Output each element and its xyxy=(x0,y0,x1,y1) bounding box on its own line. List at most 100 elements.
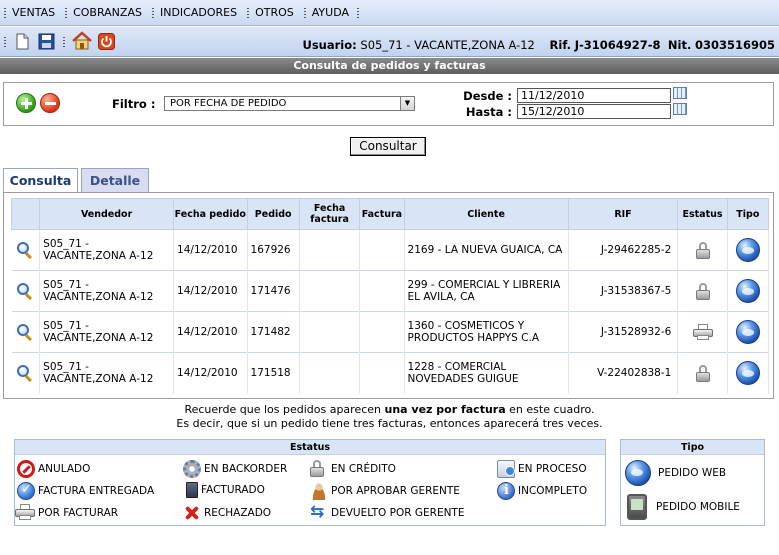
legend-tipo: Tipo PEDIDO WEB PEDIDO MOBILE xyxy=(618,436,767,529)
header-fecha-factura[interactable]: Fecha factura xyxy=(298,198,361,230)
cell-rif: V-22402838-1 xyxy=(568,352,679,394)
new-document-icon[interactable] xyxy=(14,33,31,50)
cell-fecha-factura xyxy=(299,311,361,353)
legend-item-facturado: FACTURADO xyxy=(183,482,265,498)
lock-icon xyxy=(695,364,710,382)
legend-label: PEDIDO WEB xyxy=(658,467,727,479)
cell-fecha-pedido: 14/12/2010 xyxy=(173,311,248,353)
calendar-icon[interactable] xyxy=(673,87,687,99)
printer-icon xyxy=(15,504,35,522)
legend-item-entregada: FACTURA ENTREGADA xyxy=(17,482,154,500)
legend-label: FACTURADO xyxy=(201,484,265,496)
header-tipo[interactable]: Tipo xyxy=(726,198,770,230)
cell-cliente: 1360 - COSMETICOS Y PRODUCTOS HAPPYS C.A xyxy=(404,311,569,353)
cell-estatus xyxy=(677,352,728,394)
header-pedido[interactable]: Pedido xyxy=(246,198,300,230)
menu-cobranzas[interactable]: COBRANZAS xyxy=(61,0,148,26)
usuario-label: Usuario: xyxy=(302,38,357,52)
legend-label: EN BACKORDER xyxy=(204,463,288,475)
legend-label: RECHAZADO xyxy=(204,507,272,519)
legend-item-mobile: PEDIDO MOBILE xyxy=(627,494,740,520)
lock-icon xyxy=(695,241,710,259)
header-fecha-pedido[interactable]: Fecha pedido xyxy=(173,198,248,230)
cell-fecha-factura xyxy=(299,229,361,271)
filter-label: Filtro : xyxy=(112,97,156,111)
usuario-value: S05_71 - VACANTE,ZONA A-12 xyxy=(360,38,535,52)
consultar-button[interactable]: Consultar xyxy=(350,137,426,156)
filter-select[interactable]: POR FECHA DE PEDIDO ▼ xyxy=(164,96,415,111)
filter-selected-value: POR FECHA DE PEDIDO xyxy=(170,98,287,109)
menu-indicadores[interactable]: INDICADORES xyxy=(148,0,243,26)
calendar-icon[interactable] xyxy=(673,103,687,115)
cell-factura xyxy=(359,311,405,353)
globe-icon xyxy=(735,238,760,262)
toolbar: Usuario: S05_71 - VACANTE,ZONA A-12 Rif.… xyxy=(0,27,779,57)
hasta-input[interactable]: 15/12/2010 xyxy=(517,104,671,119)
notice-text: Recuerde que los pedidos aparecen xyxy=(184,403,385,416)
toolbar-separator xyxy=(63,37,65,48)
cell-fecha-factura xyxy=(299,352,361,394)
menu-label: COBRANZAS xyxy=(73,6,142,19)
header-cliente[interactable]: Cliente xyxy=(403,198,569,230)
menu-label: OTROS xyxy=(255,6,294,19)
header-vendedor[interactable]: Vendedor xyxy=(39,198,175,230)
hasta-label: Hasta : xyxy=(465,105,512,119)
magnifier-icon[interactable] xyxy=(16,323,34,342)
globe-icon xyxy=(625,460,651,486)
nit-label: Nit. xyxy=(667,38,692,52)
view-cell[interactable] xyxy=(11,270,41,312)
save-icon[interactable] xyxy=(38,33,55,50)
nit-value: 0303516905 xyxy=(694,38,775,52)
cell-fecha-pedido: 14/12/2010 xyxy=(173,352,248,394)
menu-label: AYUDA xyxy=(311,6,349,19)
magnifier-icon[interactable] xyxy=(16,241,34,260)
table-row: S05_71 - VACANTE,ZONA A-12 14/12/2010 17… xyxy=(11,352,770,394)
legend-item-incompleto: INCOMPLETO xyxy=(497,482,587,500)
desde-input[interactable]: 11/12/2010 xyxy=(517,88,671,103)
desde-label: Desde : xyxy=(463,89,512,103)
table-header-row: Vendedor Fecha pedido Pedido Fecha factu… xyxy=(10,198,770,230)
cell-fecha-pedido: 14/12/2010 xyxy=(173,229,248,271)
table-row: S05_71 - VACANTE,ZONA A-12 14/12/2010 17… xyxy=(11,311,770,353)
anulado-icon xyxy=(17,460,35,478)
table-row: S05_71 - VACANTE,ZONA A-12 14/12/2010 17… xyxy=(11,270,770,312)
globe-icon xyxy=(735,320,760,344)
filter-panel: Filtro : POR FECHA DE PEDIDO ▼ Desde : 1… xyxy=(3,82,774,126)
chevron-down-icon[interactable]: ▼ xyxy=(400,97,414,110)
magnifier-icon[interactable] xyxy=(16,364,34,383)
legend-label: FACTURA ENTREGADA xyxy=(38,485,155,497)
legend-label: ANULADO xyxy=(38,463,91,475)
lock-icon xyxy=(695,282,710,300)
header-estatus[interactable]: Estatus xyxy=(677,198,728,230)
menu-ayuda[interactable]: AYUDA xyxy=(300,0,371,26)
tab-detalle[interactable]: Detalle xyxy=(81,168,149,192)
cell-tipo xyxy=(727,352,770,394)
notice-line-1: Recuerde que los pedidos aparecen una ve… xyxy=(0,403,779,416)
view-cell[interactable] xyxy=(11,229,41,271)
menu-ventas[interactable]: VENTAS xyxy=(0,0,61,26)
cell-factura xyxy=(359,270,405,312)
cell-cliente: 2169 - LA NUEVA GUAICA, CA xyxy=(404,229,569,271)
table-row: S05_71 - VACANTE,ZONA A-12 14/12/2010 16… xyxy=(11,229,770,271)
add-button[interactable] xyxy=(16,93,36,113)
remove-button[interactable] xyxy=(40,93,60,113)
header-rif[interactable]: RIF xyxy=(567,198,679,230)
view-cell[interactable] xyxy=(11,311,41,353)
legend-item-devuelto: DEVUELTO POR GERENTE xyxy=(310,502,464,522)
cell-cliente: 299 - COMERCIAL Y LIBRERIA EL AVILA, CA xyxy=(404,270,569,312)
legend-item-proceso: EN PROCESO xyxy=(497,460,587,478)
notice-text: en este cuadro. xyxy=(505,403,595,416)
header-factura[interactable]: Factura xyxy=(359,198,405,230)
magnifier-icon[interactable] xyxy=(16,282,34,301)
legend-label: POR APROBAR GERENTE xyxy=(331,485,460,497)
tab-consulta[interactable]: Consulta xyxy=(3,168,78,193)
view-cell[interactable] xyxy=(11,352,41,394)
legend-estatus: Estatus ANULADO EN BACKORDER EN CRÉDITO … xyxy=(12,436,608,529)
power-off-icon[interactable] xyxy=(98,33,115,50)
cell-pedido: 167926 xyxy=(247,229,300,271)
cell-estatus xyxy=(677,311,728,353)
legend-label: EN PROCESO xyxy=(518,463,587,475)
legend-tipo-title: Tipo xyxy=(621,440,764,455)
menu-otros[interactable]: OTROS xyxy=(243,0,300,26)
home-icon[interactable] xyxy=(72,31,92,51)
